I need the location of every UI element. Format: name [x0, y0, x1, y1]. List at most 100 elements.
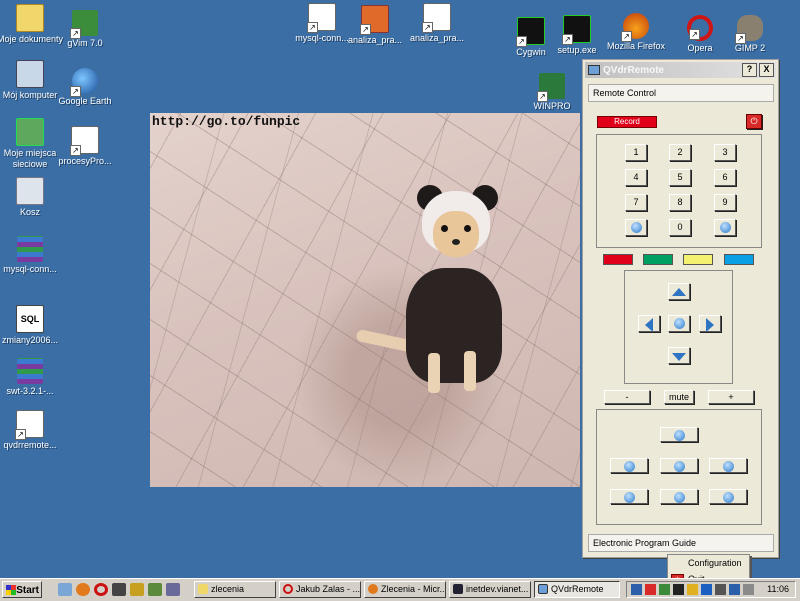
document-icon: [422, 3, 451, 33]
quicklaunch-opera-icon[interactable]: [94, 583, 108, 596]
window-titlebar[interactable]: QVdrRemote ? X: [585, 62, 776, 78]
previous-button[interactable]: [610, 489, 648, 504]
digit-button-7[interactable]: 7: [625, 194, 647, 211]
right-button[interactable]: [699, 315, 721, 332]
digit-button-2[interactable]: 2: [669, 144, 691, 161]
digit-button-9[interactable]: 9: [714, 194, 736, 211]
desktop-icon-winpro[interactable]: WINPRO: [522, 73, 582, 112]
desktop-icon-qvdrremote[interactable]: qvdrremote...: [0, 410, 68, 451]
record-button[interactable]: Record: [597, 116, 657, 128]
channel-down-button[interactable]: [714, 219, 736, 236]
desktop-icon-label: mysql-conn...: [3, 264, 57, 274]
tray-icon-4[interactable]: [673, 584, 684, 595]
desktop-icon-gvim[interactable]: gVim 7.0: [47, 10, 123, 49]
desktop-icon-recycle-bin[interactable]: Kosz: [0, 177, 68, 218]
pause-button[interactable]: [660, 458, 698, 473]
desktop-icon-label: Kosz: [19, 207, 40, 217]
digit-button-1[interactable]: 1: [625, 144, 647, 161]
down-button[interactable]: [668, 347, 690, 364]
volume-up-button[interactable]: +: [708, 390, 754, 404]
stop-button[interactable]: [660, 489, 698, 504]
desktop-icon-label: zmiany2006...: [1, 335, 59, 345]
pause-icon: [673, 461, 685, 472]
left-button[interactable]: [638, 315, 660, 332]
google-earth-icon: [70, 68, 98, 97]
digit-button-0[interactable]: 0: [669, 219, 691, 236]
desktop-icon-procesy[interactable]: procesyPro...: [47, 126, 123, 167]
desktop-icon-label: WINPRO: [533, 101, 571, 111]
qvdrremote-window[interactable]: QVdrRemote ? X Remote Control Record ⏻ 1…: [582, 59, 779, 558]
task-zlecenia[interactable]: zlecenia: [194, 581, 276, 598]
next-button[interactable]: [709, 489, 747, 504]
tray-icon-7[interactable]: [715, 584, 726, 595]
tray-icon-8[interactable]: [729, 584, 740, 595]
rewind-icon: [623, 461, 635, 472]
archive-icon: [17, 236, 43, 262]
desktop-icon-swt[interactable]: swt-3.2.1-...: [0, 358, 68, 397]
digit-button-6[interactable]: 6: [714, 169, 736, 186]
desktop-icon-label: swt-3.2.1-...: [6, 386, 54, 396]
channel-down-icon: [719, 222, 731, 233]
ok-icon: [673, 318, 685, 329]
clock[interactable]: 11:06: [767, 584, 789, 594]
computer-icon: [16, 60, 44, 88]
menu-item-configuration[interactable]: Configuration: [668, 556, 749, 571]
tray-icon-1[interactable]: [631, 584, 642, 595]
task-label: QVdrRemote: [551, 584, 604, 594]
digit-button-3[interactable]: 3: [714, 144, 736, 161]
green-button[interactable]: [643, 254, 673, 265]
desktop-icon-label: qvdrremote...: [3, 440, 57, 450]
epg-section-header[interactable]: Electronic Program Guide: [588, 534, 774, 552]
yellow-button[interactable]: [683, 254, 713, 265]
arrow-down-icon: [672, 353, 686, 361]
desktop-icon-label: gVim 7.0: [67, 38, 103, 48]
quicklaunch-app-icon[interactable]: [166, 583, 180, 596]
menu-button[interactable]: [660, 427, 698, 442]
red-button[interactable]: [603, 254, 633, 265]
quicklaunch-program-icon[interactable]: [112, 583, 126, 596]
channel-up-button[interactable]: [625, 219, 647, 236]
help-button[interactable]: ?: [742, 63, 757, 77]
quicklaunch-tool-icon[interactable]: [130, 583, 144, 596]
digit-button-4[interactable]: 4: [625, 169, 647, 186]
ok-button[interactable]: [668, 315, 690, 332]
folder-icon: [16, 4, 44, 32]
digit-button-8[interactable]: 8: [669, 194, 691, 211]
channel-up-icon: [630, 222, 642, 233]
desktop-icon-google-earth[interactable]: Google Earth: [47, 68, 123, 107]
task-opera[interactable]: Jakub Zalas - ...: [279, 581, 361, 598]
desktop-icon-gimp[interactable]: GIMP 2: [712, 15, 788, 54]
rewind-button[interactable]: [610, 458, 648, 473]
menu-icon: [673, 430, 685, 441]
window-title: QVdrRemote: [603, 64, 665, 76]
arrow-right-icon: [706, 318, 714, 332]
tray-icon-5[interactable]: [687, 584, 698, 595]
task-firefox[interactable]: Zlecenia - Micr...: [364, 581, 446, 598]
desktop-icon-mysql-conn[interactable]: mysql-conn...: [0, 236, 68, 275]
power-button[interactable]: ⏻: [746, 114, 762, 129]
sql-file-icon: SQL: [16, 305, 44, 333]
close-button[interactable]: X: [759, 63, 774, 77]
mute-button[interactable]: mute: [664, 390, 694, 404]
start-button[interactable]: Start: [2, 581, 42, 598]
firefox-icon: [368, 584, 378, 594]
digit-button-5[interactable]: 5: [669, 169, 691, 186]
tray-icon-9[interactable]: [743, 584, 754, 595]
quicklaunch-media-icon[interactable]: [148, 583, 162, 596]
remote-control-section-header[interactable]: Remote Control: [588, 84, 774, 102]
tray-icon-3[interactable]: [659, 584, 670, 595]
up-button[interactable]: [668, 283, 690, 300]
desktop-icon-zmiany[interactable]: SQL zmiany2006...: [0, 305, 68, 346]
quicklaunch-firefox-icon[interactable]: [76, 583, 90, 596]
tray-icon-6[interactable]: [701, 584, 712, 595]
quicklaunch-desktop-icon[interactable]: [58, 583, 72, 596]
tray-icon-2[interactable]: [645, 584, 656, 595]
task-terminal[interactable]: inetdev.vianet...: [449, 581, 531, 598]
task-qvdrremote[interactable]: QVdrRemote: [534, 581, 620, 598]
volume-down-button[interactable]: -: [604, 390, 650, 404]
desktop-icon-analiza-doc[interactable]: analiza_pra...: [399, 3, 475, 44]
desktop-icon-label: analiza_pra...: [409, 33, 465, 43]
blue-button[interactable]: [724, 254, 754, 265]
folder-icon: [198, 584, 208, 594]
forward-button[interactable]: [709, 458, 747, 473]
